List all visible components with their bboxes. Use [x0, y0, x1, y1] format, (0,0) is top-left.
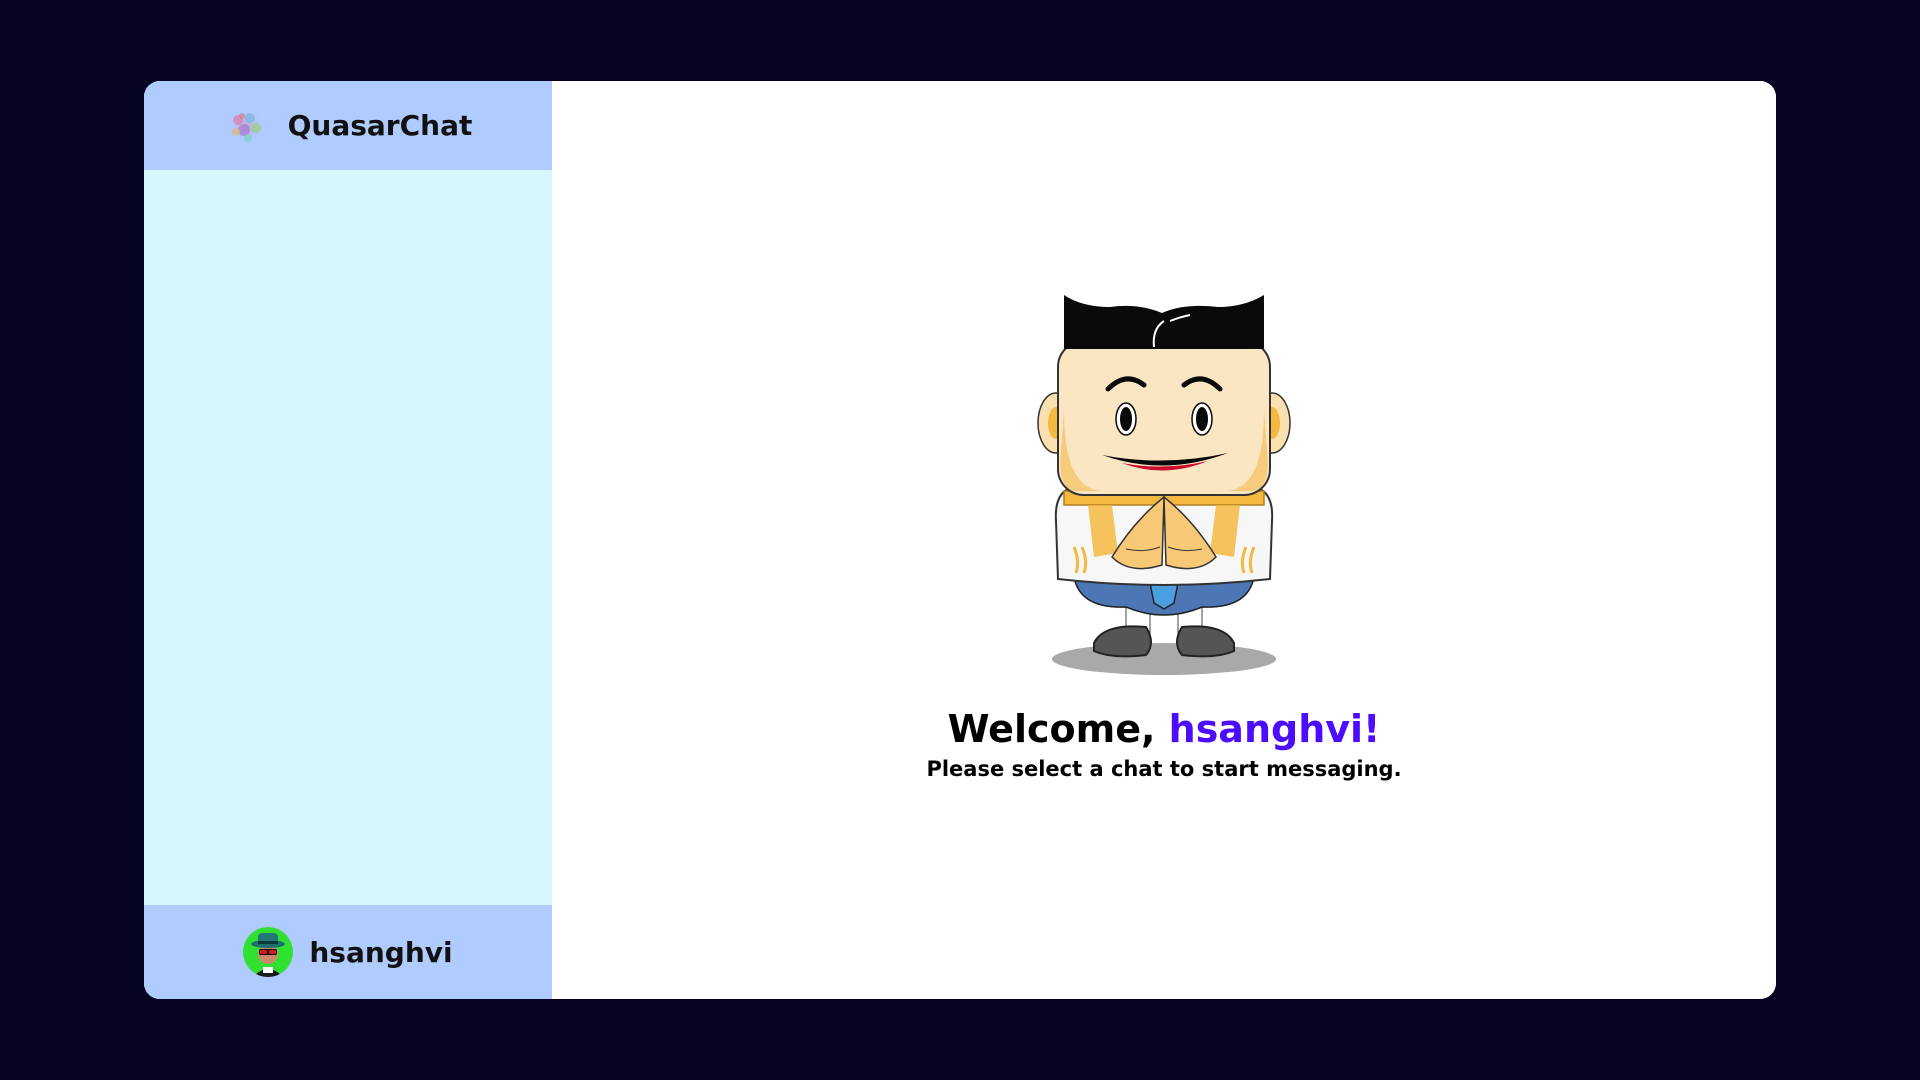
quasar-logo-icon	[224, 106, 268, 146]
sidebar-header: QuasarChat	[144, 81, 552, 170]
user-profile[interactable]: hsanghvi	[144, 905, 552, 999]
app-title: QuasarChat	[287, 109, 473, 142]
greeting-mascot-icon	[1037, 295, 1291, 675]
user-avatar-icon[interactable]	[243, 927, 294, 977]
username: hsanghvi	[309, 935, 453, 969]
sidebar: QuasarChat hsanghvi	[144, 81, 552, 999]
welcome-subtitle: Please select a chat to start messaging.	[926, 757, 1402, 781]
app-window: QuasarChat hsanghvi Welcome, hsanghvi! P…	[144, 81, 1776, 999]
main-panel: Welcome, hsanghvi! Please select a chat …	[552, 81, 1776, 999]
welcome-username: hsanghvi!	[1168, 707, 1381, 751]
welcome-heading: Welcome, hsanghvi!	[948, 707, 1381, 751]
welcome-area: Welcome, hsanghvi! Please select a chat …	[552, 291, 1776, 781]
welcome-greeting: Welcome,	[947, 707, 1169, 751]
chat-list[interactable]	[144, 170, 552, 905]
